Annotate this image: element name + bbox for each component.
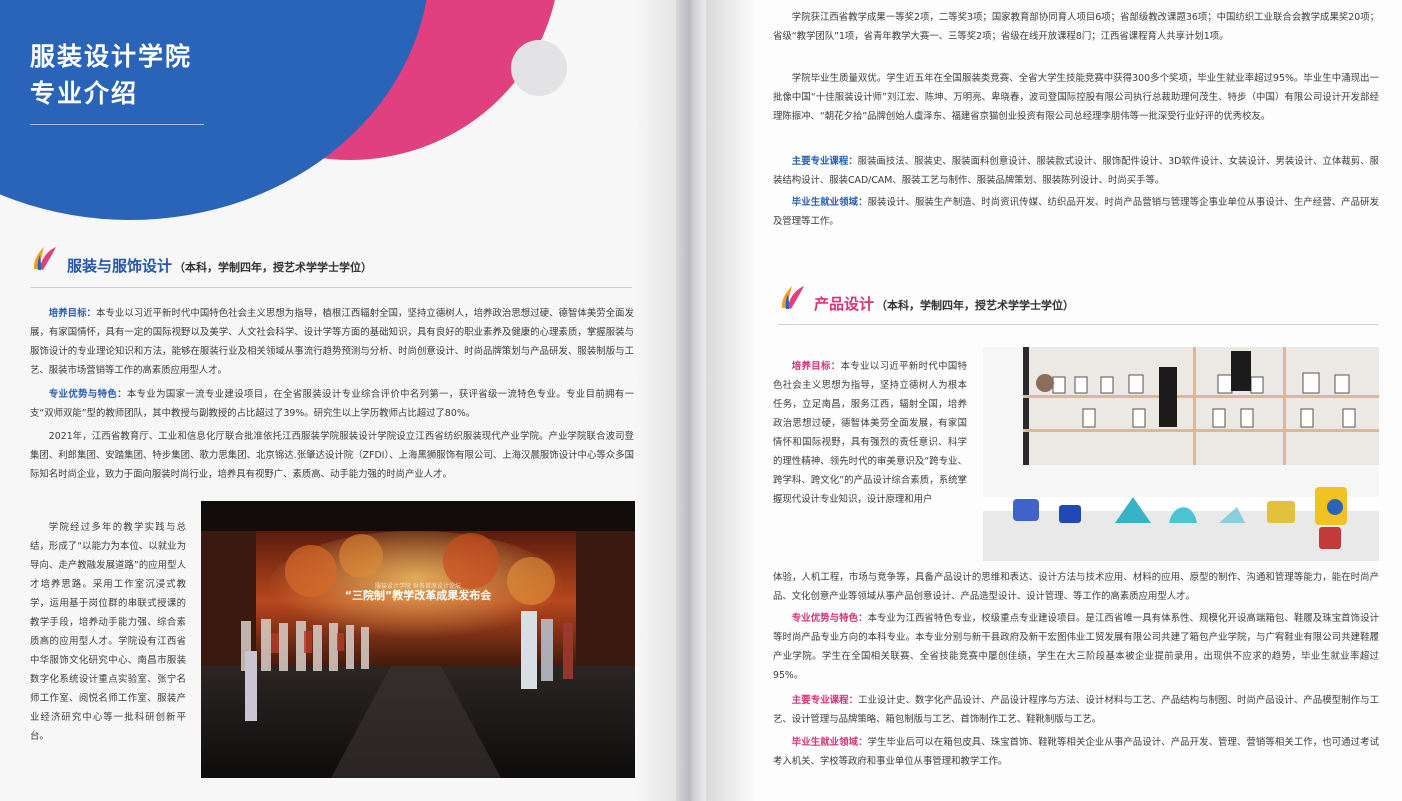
product-objective-side: 培养目标：本专业以习近平新时代中国特色社会主义思想为指导，坚持立德树人为根本任务… xyxy=(773,357,967,509)
label-product-employment: 毕业生就业领域： xyxy=(791,737,868,748)
label-product-courses: 主要专业课程： xyxy=(791,695,859,706)
fashion-teaching-approach: 学院经过多年的教学实践与总结，形成了“以能力为本位、以就业为导向、走产教融发展道… xyxy=(30,522,186,742)
left-page: 服装设计学院 专业介绍 服装与服饰设计 （本科，学制四年，授艺术学学士学位） 培… xyxy=(0,0,676,801)
fashion-strengths: 专业优势与特色：本专业为国家一流专业建设项目，在全省服装设计专业综合评价中名列第… xyxy=(30,385,634,423)
label-employment: 毕业生就业领域： xyxy=(791,197,868,208)
fashion-subtitle: （本科，学制四年，授艺术学学士学位） xyxy=(174,261,373,274)
product-strengths: 专业优势与特色：本专业为江西省特色专业，校级重点专业建设项目。是江西省唯一具有体… xyxy=(773,609,1379,685)
brush-logo-icon xyxy=(33,247,56,270)
product-employment: 毕业生就业领域：学生毕业后可以在箱包皮具、珠宝首饰、鞋靴等相关企业从事产品设计、… xyxy=(773,733,1379,771)
section-divider xyxy=(30,287,632,288)
fashion-industry-college: 2021年，江西省教育厅、工业和信息化厅联合批准依托江西服装学院服装设计学院设立… xyxy=(30,431,634,480)
brush-logo-icon xyxy=(781,286,804,309)
product-main-courses: 主要专业课程：工业设计史、数字化产品设计、产品设计程序与方法、设计材料与工艺、产… xyxy=(773,691,1379,729)
fashion-show-photo: 服装设计学院 财务首席设计论坛 “三院制”教学改革成果发布会 xyxy=(201,501,635,778)
label-objective: 培养目标： xyxy=(48,308,96,319)
text-product-courses: 工业设计史、数字化产品设计、产品设计程序与方法、设计材料与工艺、产品结构与制图、… xyxy=(773,695,1379,725)
fashion-employment: 毕业生就业领域：服装设计、服装生产制造、时尚资讯传媒、纺织品开发、时尚产品营销与… xyxy=(773,193,1379,231)
college-awards: 学院获江西省教学成果一等奖2项，二等奖3项；国家教育部协同育人项目6项；省部级教… xyxy=(773,12,1379,42)
product-subtitle: （本科，学制四年，授艺术学学士学位） xyxy=(876,299,1075,312)
section-divider xyxy=(778,324,1378,325)
grey-circle-decoration xyxy=(511,40,567,96)
label-strengths: 专业优势与特色： xyxy=(48,389,127,400)
showcase-illustration xyxy=(983,347,1379,561)
text-product-objective: 本专业以习近平新时代中国特色社会主义思想为指导，坚持立德树人为根本任务，立足南昌… xyxy=(773,361,967,505)
product-title: 产品设计 xyxy=(814,295,875,313)
graduate-quality: 学院毕业生质量双优。学生近五年在全国服装类竞赛、全省大学生技能竞赛中获得300多… xyxy=(773,73,1379,122)
fashion-title: 服装与服饰设计 xyxy=(67,257,173,275)
fashion-section-heading: 服装与服饰设计 （本科，学制四年，授艺术学学士学位） xyxy=(67,255,372,276)
header-line-2: 专业介绍 xyxy=(30,79,139,108)
book-gutter xyxy=(676,0,706,801)
page-header-title: 服装设计学院 专业介绍 xyxy=(30,38,192,112)
label-product-strengths: 专业优势与特色： xyxy=(791,613,868,624)
product-section-heading: 产品设计 （本科，学制四年，授艺术学学士学位） xyxy=(814,293,1074,314)
header-underline xyxy=(30,124,204,125)
show-banner-title: “三院制”教学改革成果发布会 xyxy=(344,589,492,602)
header-line-1: 服装设计学院 xyxy=(30,42,193,71)
product-objective-rest: 体验，人机工程，市场与竞争等，具备产品设计的思维和表达、设计方法与技术应用、材料… xyxy=(773,572,1379,602)
text-main-courses: 服装画技法、服装史、服装面料创意设计、服装款式设计、服饰配件设计、3D软件设计、… xyxy=(773,156,1379,186)
product-showcase-photo xyxy=(983,347,1379,561)
label-product-objective: 培养目标： xyxy=(791,361,841,372)
fashion-main-courses: 主要专业课程：服装画技法、服装史、服装面料创意设计、服装款式设计、服饰配件设计、… xyxy=(773,152,1379,190)
fashion-objective: 培养目标：本专业以习近平新时代中国特色社会主义思想为指导，植根江西辐射全国，坚持… xyxy=(30,304,634,380)
label-main-courses: 主要专业课程： xyxy=(791,156,858,167)
runway-illustration xyxy=(201,501,635,778)
text-objective: 本专业以习近平新时代中国特色社会主义思想为指导，植根江西辐射全国，坚持立德树人，… xyxy=(30,308,634,376)
